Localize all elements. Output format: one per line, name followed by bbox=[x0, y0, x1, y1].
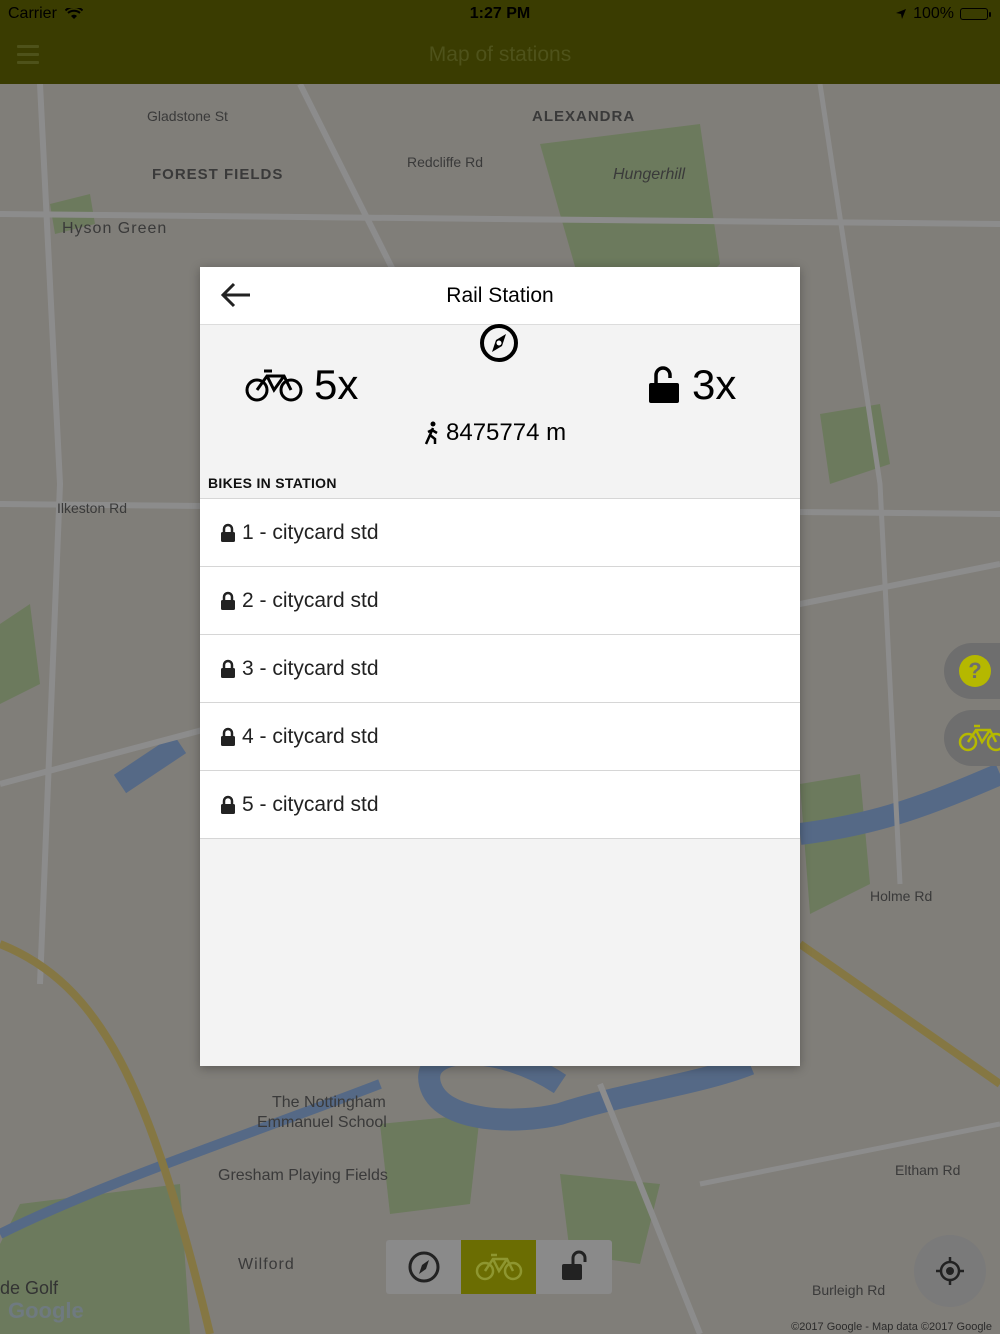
bike-label: 3 - citycard std bbox=[242, 656, 379, 680]
lock-icon bbox=[221, 795, 235, 814]
bottom-tab-bar bbox=[386, 1240, 612, 1294]
list-item[interactable]: 2 - citycard std bbox=[200, 567, 800, 635]
list-item[interactable]: 3 - citycard std bbox=[200, 635, 800, 703]
google-logo: Google bbox=[8, 1298, 84, 1323]
bike-icon bbox=[475, 1253, 522, 1281]
tab-bikes[interactable] bbox=[461, 1240, 536, 1294]
list-item[interactable]: 5 - citycard std bbox=[200, 771, 800, 839]
crosshair-icon bbox=[936, 1257, 964, 1285]
lock-icon bbox=[221, 591, 235, 610]
bike-label: 1 - citycard std bbox=[242, 520, 379, 544]
help-icon: ? bbox=[959, 655, 991, 687]
station-dialog: Rail Station 5x 8475774 m 3x BIKES IN ST… bbox=[200, 267, 800, 1066]
bikes-available: 5x bbox=[244, 361, 358, 409]
section-label: BIKES IN STATION bbox=[208, 475, 337, 491]
station-stats: 5x 8475774 m 3x bbox=[200, 322, 800, 475]
lock-icon bbox=[221, 659, 235, 678]
bikes-filter-button[interactable] bbox=[944, 710, 1000, 766]
lock-icon bbox=[221, 727, 235, 746]
list-item[interactable]: 4 - citycard std bbox=[200, 703, 800, 771]
bike-icon bbox=[245, 369, 303, 402]
bike-label: 5 - citycard std bbox=[242, 792, 379, 816]
list-item[interactable]: 1 - citycard std bbox=[200, 499, 800, 567]
help-button[interactable]: ? bbox=[944, 643, 1000, 699]
bike-label: 2 - citycard std bbox=[242, 588, 379, 612]
my-location-button[interactable] bbox=[914, 1235, 986, 1307]
map-label: de Golf bbox=[0, 1278, 59, 1298]
walking-distance: 8475774 m bbox=[424, 419, 566, 447]
bikes-list: 1 - citycard std 2 - citycard std 3 - ci… bbox=[200, 498, 800, 839]
distance-value: 8475774 m bbox=[446, 419, 567, 446]
dialog-title: Rail Station bbox=[446, 284, 554, 307]
walk-icon bbox=[424, 421, 438, 445]
tab-docks[interactable] bbox=[536, 1240, 611, 1294]
unlock-icon bbox=[561, 1250, 586, 1280]
bikes-count: 5x bbox=[314, 361, 359, 408]
bike-label: 4 - citycard std bbox=[242, 724, 379, 748]
unlock-icon bbox=[649, 366, 679, 403]
compass-icon[interactable] bbox=[478, 322, 520, 364]
free-docks: 3x bbox=[648, 361, 736, 409]
compass-icon bbox=[408, 1251, 439, 1283]
map-copyright: ©2017 Google - Map data ©2017 Google bbox=[791, 1321, 992, 1333]
bike-icon bbox=[958, 724, 1000, 752]
tab-compass[interactable] bbox=[386, 1240, 461, 1294]
dialog-header: Rail Station bbox=[200, 267, 800, 325]
svg-text:?: ? bbox=[968, 658, 981, 683]
lock-icon bbox=[221, 523, 235, 542]
docks-count: 3x bbox=[692, 361, 737, 408]
